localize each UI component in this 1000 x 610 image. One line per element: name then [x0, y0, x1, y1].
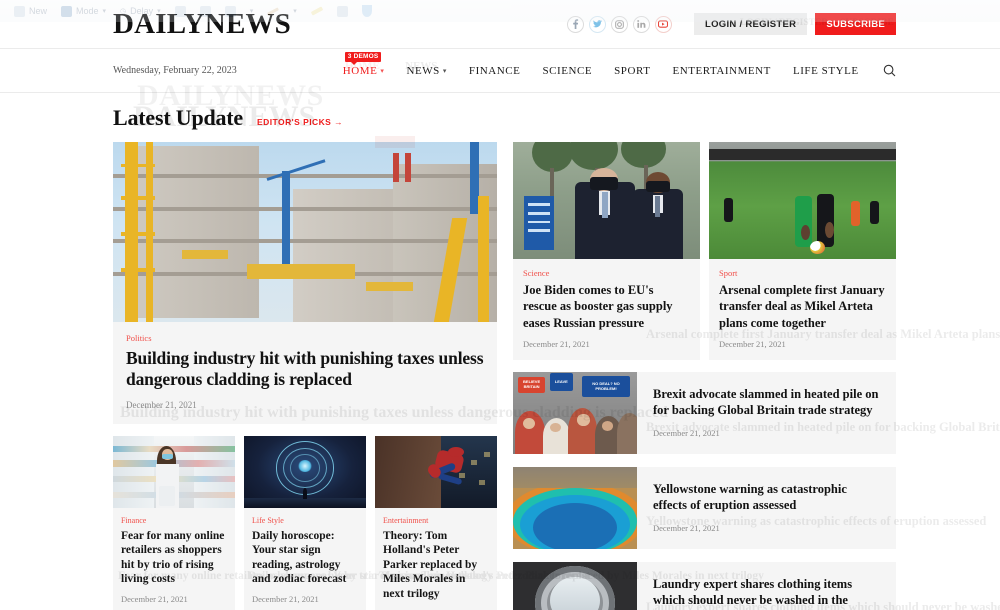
article-list: BELIEVE BRITAIN LEAVE NO DEAL? NO PROBLE…: [513, 371, 896, 610]
mini-date: December 21, 2021: [121, 593, 188, 604]
mini-card-lifestyle[interactable]: Life Style Daily horoscope: Your star si…: [244, 435, 366, 610]
editors-picks-link[interactable]: EDITOR'S PICKS →: [257, 117, 343, 127]
youtube-icon[interactable]: [654, 15, 672, 33]
list-item-text: Brexit advocate slammed in heated pile o…: [637, 372, 896, 454]
list-item-headline[interactable]: Yellowstone warning as catastrophic effe…: [653, 481, 883, 514]
nav-item-sport[interactable]: SPORT: [614, 65, 650, 77]
mini-category[interactable]: Entertainment: [383, 516, 489, 525]
pair-headline[interactable]: Joe Biden comes to EU's rescue as booste…: [523, 282, 690, 331]
mini-category[interactable]: Life Style: [252, 516, 358, 525]
nav-label: HOME: [342, 64, 378, 77]
pair-category[interactable]: Sport: [719, 268, 886, 278]
mini-headline[interactable]: Theory: Tom Holland's Peter Parker repla…: [383, 529, 489, 601]
hero-text: Politics Building industry hit with puni…: [113, 322, 497, 424]
nav-label: SCIENCE: [542, 64, 593, 77]
washing-machine-photo: [513, 561, 637, 610]
list-item-text: Yellowstone warning as catastrophic effe…: [637, 467, 896, 549]
protest-sign: BELIEVE BRITAIN: [517, 376, 546, 394]
pair-text: Sport Arsenal complete first January tra…: [709, 259, 896, 360]
login-register-button[interactable]: LOGIN / REGISTER: [693, 13, 808, 35]
social-links: [566, 15, 672, 33]
nav-label: ENTERTAINMENT: [672, 64, 771, 77]
pair-card-sport[interactable]: Sport Arsenal complete first January tra…: [709, 142, 896, 360]
nav-label: SPORT: [614, 64, 651, 77]
pair-date: December 21, 2021: [523, 338, 590, 349]
hero-date: December 21, 2021: [126, 399, 197, 410]
list-item-date: December 21, 2021: [653, 428, 720, 438]
instagram-icon[interactable]: [610, 15, 628, 33]
yellowstone-spring-photo: [513, 466, 637, 549]
chevron-down-icon: ▾: [380, 66, 385, 75]
nav-item-entertainment[interactable]: ENTERTAINMENT: [672, 65, 770, 77]
mini-category[interactable]: Finance: [121, 516, 227, 525]
nav-item-home[interactable]: 3 DEMOS HOME ▾: [342, 51, 385, 77]
nav-item-lifestyle[interactable]: LIFE STYLE: [793, 65, 859, 77]
mini-text: Finance Fear for many online retailers a…: [113, 508, 235, 610]
mini-text: Life Style Daily horoscope: Your star si…: [244, 508, 366, 610]
mini-headline[interactable]: Daily horoscope: Your star sign reading,…: [252, 529, 358, 587]
chevron-down-icon: ▾: [442, 66, 447, 75]
mini-headline[interactable]: Fear for many online retailers as shoppe…: [121, 529, 227, 587]
spiderman-climbing-photo: [375, 435, 497, 508]
page-content: DAILYNEWS Latest Update EDITOR'S PICKS →: [0, 79, 1000, 610]
supermarket-shopper-photo: [113, 435, 235, 508]
list-item-headline[interactable]: Brexit advocate slammed in heated pile o…: [653, 386, 883, 419]
joe-biden-photo: [513, 142, 700, 259]
list-item[interactable]: Laundry expert shares clothing items whi…: [513, 561, 896, 610]
nav-item-finance[interactable]: FINANCE: [469, 65, 521, 77]
facebook-icon[interactable]: [566, 15, 584, 33]
masthead-actions: LOGIN / REGISTER SUBSCRIBE: [566, 13, 896, 35]
nav-label: LIFE STYLE: [792, 64, 859, 77]
list-item[interactable]: BELIEVE BRITAIN LEAVE NO DEAL? NO PROBLE…: [513, 371, 896, 454]
hero-category[interactable]: Politics: [126, 333, 484, 343]
hero-headline[interactable]: Building industry hit with punishing tax…: [126, 348, 484, 391]
mini-date: December 21, 2021: [252, 593, 319, 604]
nav-label: FINANCE: [468, 64, 521, 77]
protest-sign: NO DEAL? NO PROBLEM!: [582, 375, 630, 398]
twitter-icon[interactable]: [588, 15, 606, 33]
zodiac-wheel-photo: [244, 435, 366, 508]
list-item-text: Laundry expert shares clothing items whi…: [637, 562, 896, 610]
pair-card-science[interactable]: Science Joe Biden comes to EU's rescue a…: [513, 142, 700, 360]
protest-sign: LEAVE: [550, 373, 573, 392]
nav-label: NEWS: [406, 64, 440, 77]
list-item[interactable]: Yellowstone warning as catastrophic effe…: [513, 466, 896, 549]
list-item-date: December 21, 2021: [653, 523, 720, 533]
main-navigation: Wednesday, February 22, 2023 3 DEMOS HOM…: [0, 48, 1000, 93]
nav-item-news[interactable]: NEWS ▾: [406, 65, 446, 77]
linkedin-icon[interactable]: [632, 15, 650, 33]
featured-pair-row: Science Joe Biden comes to EU's rescue a…: [513, 142, 896, 360]
mini-card-finance[interactable]: Finance Fear for many online retailers a…: [113, 435, 235, 610]
subscribe-button[interactable]: SUBSCRIBE: [815, 13, 896, 35]
construction-site-photo: [113, 142, 497, 322]
page-title: Latest Update: [113, 105, 244, 130]
pair-category[interactable]: Science: [523, 268, 690, 278]
mini-card-entertainment[interactable]: Entertainment Theory: Tom Holland's Pete…: [375, 435, 497, 610]
current-date: Wednesday, February 22, 2023: [113, 65, 237, 76]
soccer-match-photo: [709, 142, 896, 259]
mini-text: Entertainment Theory: Tom Holland's Pete…: [375, 508, 497, 610]
site-masthead: DAILYNEWS LOGIN / REGISTER SUBSCRIBE: [0, 0, 1000, 48]
site-logo[interactable]: DAILYNEWS: [113, 9, 291, 39]
pair-date: December 21, 2021: [719, 338, 786, 349]
mini-card-row: Finance Fear for many online retailers a…: [113, 435, 497, 610]
demos-badge: 3 DEMOS: [344, 51, 382, 65]
right-column: Science Joe Biden comes to EU's rescue a…: [513, 142, 896, 610]
hero-article-card[interactable]: Politics Building industry hit with puni…: [113, 142, 497, 424]
brexit-protest-photo: BELIEVE BRITAIN LEAVE NO DEAL? NO PROBLE…: [513, 371, 637, 454]
left-column: Politics Building industry hit with puni…: [113, 142, 497, 610]
search-icon[interactable]: [883, 64, 896, 77]
list-item-headline[interactable]: Laundry expert shares clothing items whi…: [653, 576, 883, 610]
section-header: DAILYNEWS Latest Update EDITOR'S PICKS →: [113, 79, 896, 142]
nav-item-science[interactable]: SCIENCE: [542, 65, 592, 77]
pair-text: Science Joe Biden comes to EU's rescue a…: [513, 259, 700, 360]
pair-headline[interactable]: Arsenal complete first January transfer …: [719, 282, 886, 331]
nav-menu: 3 DEMOS HOME ▾ NEWS ▾ FINANCE SCIENCE SP…: [342, 51, 859, 77]
content-columns: Politics Building industry hit with puni…: [113, 142, 896, 610]
